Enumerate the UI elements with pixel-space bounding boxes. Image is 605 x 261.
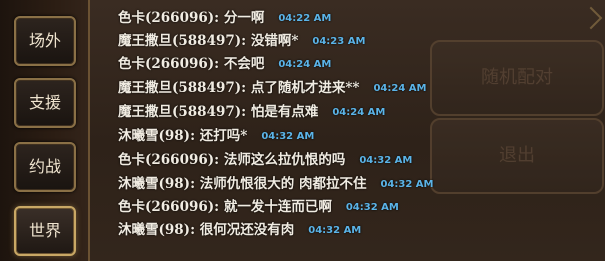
message-text: 法师这么拉仇恨的吗 bbox=[223, 152, 346, 168]
message-sender: 魔王撒旦(588497) bbox=[118, 33, 242, 49]
chat-message: 沐曦雪(98): 法师仇恨很大的 肉都拉不住 04:32 AM bbox=[118, 176, 434, 192]
message-sender: 色卡(266096) bbox=[118, 10, 215, 26]
message-sender: 沐曦雪(98) bbox=[118, 176, 191, 192]
chat-message: 色卡(266096): 不会吧 04:24 AM bbox=[118, 56, 332, 72]
message-text: 不会吧 bbox=[223, 56, 265, 72]
message-text: 怕是有点难 bbox=[250, 104, 319, 120]
chat-message-list[interactable]: 色卡(266096): 分一啊 04:22 AM 魔王撒旦(588497): 没错… bbox=[90, 0, 605, 261]
chat-message: 魔王撒旦(588497): 怕是有点难 04:24 AM bbox=[118, 104, 386, 120]
message-sender: 沐曦雪(98) bbox=[118, 128, 191, 144]
message-sender: 色卡(266096) bbox=[118, 152, 215, 168]
tab-world[interactable]: 世界 bbox=[14, 206, 76, 256]
message-text: 就一发十连而已啊 bbox=[223, 199, 332, 215]
message-time: 04:24 AM bbox=[332, 107, 386, 118]
tab-battle-invite[interactable]: 约战 bbox=[14, 142, 76, 192]
tab-support[interactable]: 支援 bbox=[14, 78, 76, 128]
message-sender: 魔王撒旦(588497) bbox=[118, 104, 242, 120]
message-time: 04:32 AM bbox=[345, 202, 399, 213]
message-time: 04:23 AM bbox=[312, 36, 366, 47]
message-time: 04:32 AM bbox=[359, 155, 413, 166]
message-sender: 沐曦雪(98) bbox=[118, 222, 191, 238]
message-time: 04:32 AM bbox=[261, 131, 315, 142]
chat-message: 色卡(266096): 就一发十连而已啊 04:32 AM bbox=[118, 199, 399, 215]
message-time: 04:24 AM bbox=[278, 59, 332, 70]
message-text: 很何况还没有肉 bbox=[199, 222, 295, 238]
channel-tab-bar: 场外 支援 约战 世界 bbox=[0, 0, 90, 261]
message-text: 法师仇恨很大的 肉都拉不住 bbox=[199, 176, 367, 192]
chat-message: 魔王撒旦(588497): 点了随机才进来** 04:24 AM bbox=[118, 80, 427, 96]
chat-message: 沐曦雪(98): 还打吗* 04:32 AM bbox=[118, 128, 315, 144]
message-time: 04:32 AM bbox=[380, 179, 434, 190]
message-text: 还打吗* bbox=[199, 128, 248, 144]
chat-message: 沐曦雪(98): 很何况还没有肉 04:32 AM bbox=[118, 222, 362, 238]
tab-outside[interactable]: 场外 bbox=[14, 16, 76, 66]
message-text: 点了随机才进来** bbox=[250, 80, 360, 96]
message-time: 04:24 AM bbox=[373, 83, 427, 94]
message-sender: 魔王撒旦(588497) bbox=[118, 80, 242, 96]
chat-panel: 随机配对 退出 色卡(266096): 分一啊 04:22 AM 魔王撒旦(588… bbox=[90, 0, 605, 261]
message-time: 04:32 AM bbox=[308, 225, 362, 236]
chat-message: 魔王撒旦(588497): 没错啊* 04:23 AM bbox=[118, 33, 366, 49]
chat-message: 色卡(266096): 分一啊 04:22 AM bbox=[118, 10, 332, 26]
message-text: 没错啊* bbox=[250, 33, 299, 49]
message-text: 分一啊 bbox=[223, 10, 265, 26]
message-sender: 色卡(266096) bbox=[118, 56, 215, 72]
chat-message: 色卡(266096): 法师这么拉仇恨的吗 04:32 AM bbox=[118, 152, 413, 168]
message-time: 04:22 AM bbox=[278, 13, 332, 24]
message-sender: 色卡(266096) bbox=[118, 199, 215, 215]
